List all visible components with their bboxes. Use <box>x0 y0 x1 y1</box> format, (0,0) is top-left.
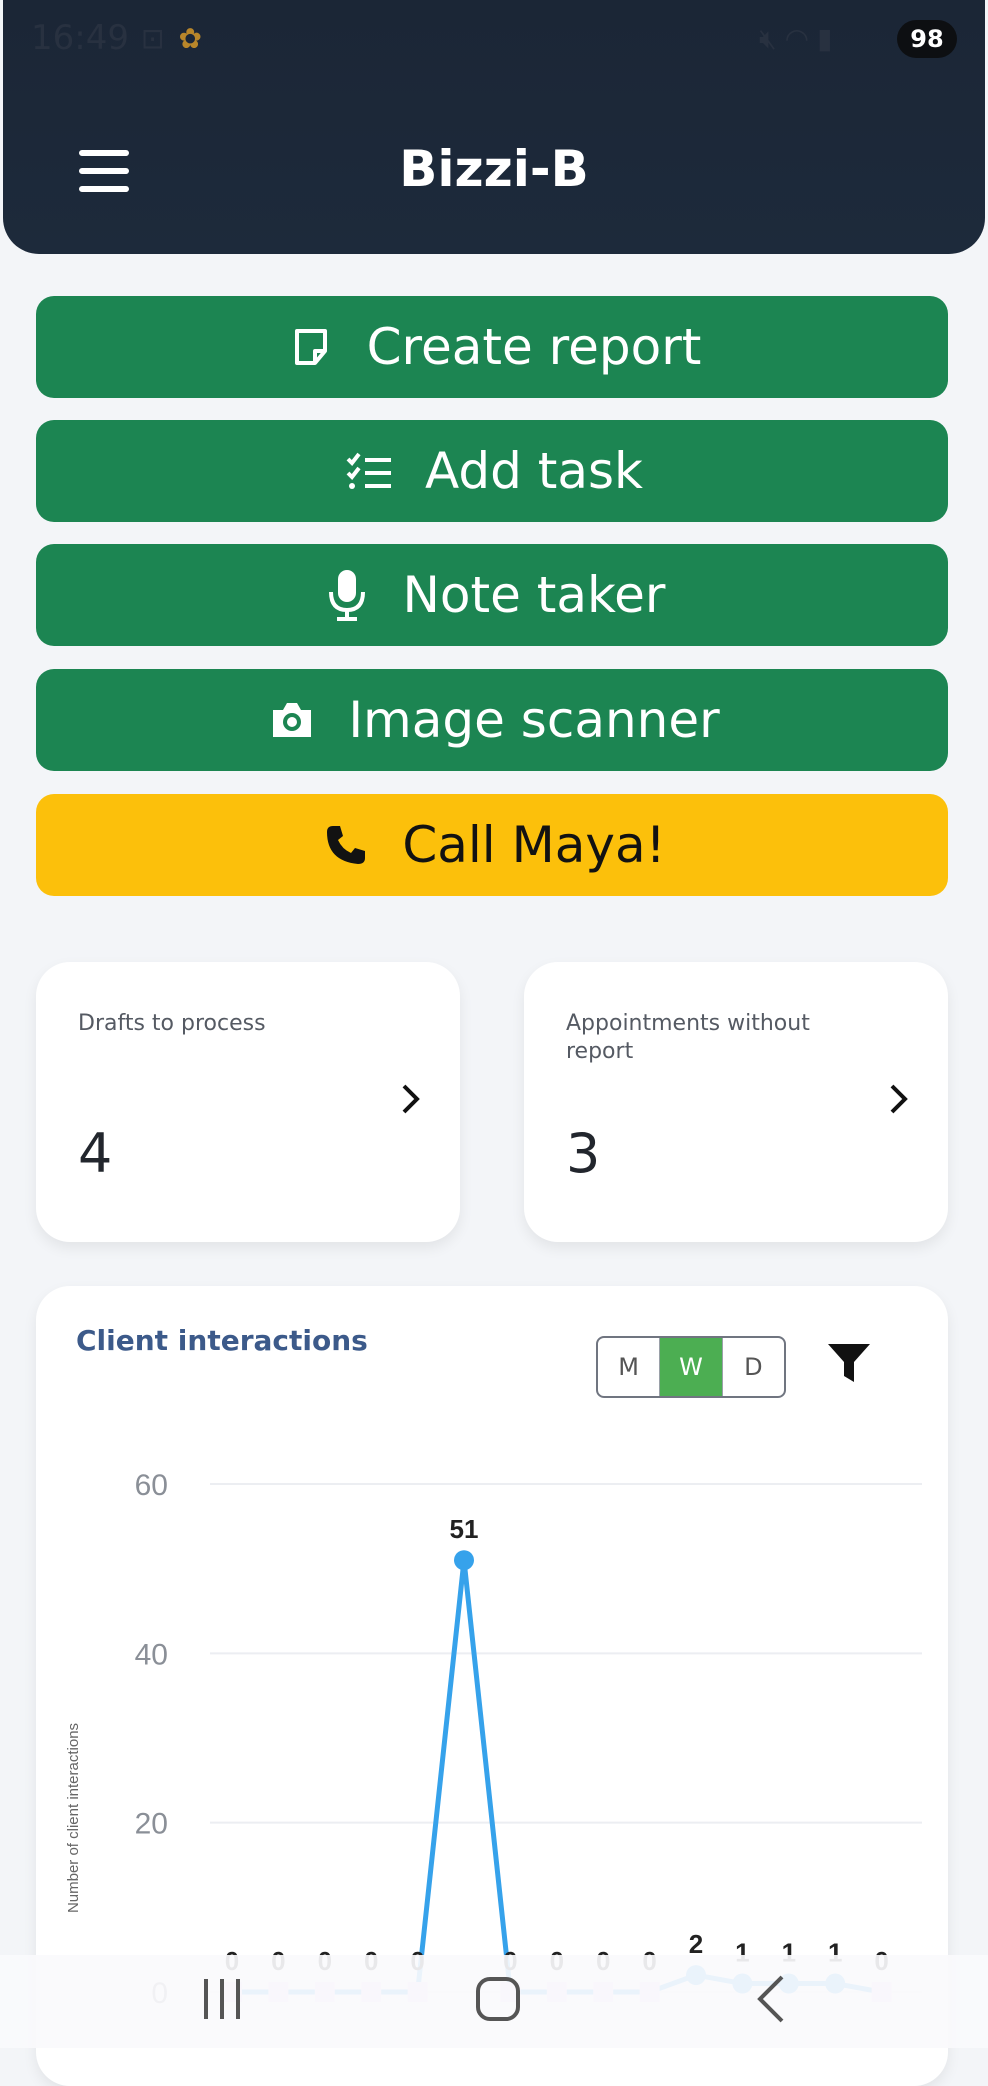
status-right-icons: 🔇︎◠▮ <box>759 22 841 56</box>
status-bar: 16:49 ⊡✿ 🔇︎◠▮ 98 <box>3 0 985 80</box>
note-icon <box>283 319 339 375</box>
chevron-right-icon <box>400 1082 422 1120</box>
mute-icon: 🔇︎ <box>759 22 785 55</box>
note-taker-button[interactable]: Note taker <box>36 544 948 646</box>
battery-indicator: 98 <box>897 20 957 58</box>
app-title: Bizzi-B <box>399 140 589 198</box>
call-maya-label: Call Maya! <box>402 816 666 874</box>
y-tick-label: 40 <box>135 1638 168 1671</box>
drafts-card-value: 4 <box>78 1122 113 1185</box>
add-task-button[interactable]: Add task <box>36 420 948 522</box>
image-scanner-label: Image scanner <box>348 691 720 749</box>
data-label: 51 <box>450 1514 479 1544</box>
appointments-card[interactable]: Appointments without report 3 <box>524 962 948 1242</box>
create-report-button[interactable]: Create report <box>36 296 948 398</box>
create-report-label: Create report <box>366 318 702 376</box>
series-line <box>232 1557 883 1995</box>
drafts-card[interactable]: Drafts to process 4 <box>36 962 460 1242</box>
data-point <box>454 1550 474 1571</box>
microphone-icon <box>319 567 375 623</box>
image-scanner-button[interactable]: Image scanner <box>36 669 948 771</box>
y-axis-label: Number of client interactions <box>65 1723 82 1913</box>
drafts-card-label: Drafts to process <box>78 1011 266 1036</box>
checklist-icon <box>341 443 397 499</box>
phone-icon <box>318 817 374 873</box>
screenshot-icon: ⊡ <box>141 22 179 55</box>
y-tick-label: 20 <box>135 1808 168 1841</box>
chevron-right-icon <box>888 1082 910 1120</box>
status-left-icons: ⊡✿ <box>141 22 216 55</box>
app-notification-icon: ✿ <box>178 22 216 55</box>
wifi-icon: ◠ <box>784 22 818 55</box>
y-tick-label: 60 <box>135 1469 168 1502</box>
system-nav-bar <box>0 1955 988 2048</box>
camera-icon <box>264 692 320 748</box>
add-task-label: Add task <box>425 442 643 500</box>
app-header: 16:49 ⊡✿ 🔇︎◠▮ 98 Bizzi-B <box>3 0 985 254</box>
status-time: 16:49 <box>31 18 129 58</box>
signal-icon: ▮ <box>817 22 841 55</box>
appointments-card-value: 3 <box>566 1122 601 1185</box>
back-icon[interactable] <box>752 1973 792 2027</box>
home-icon[interactable] <box>474 1973 524 2027</box>
note-taker-label: Note taker <box>402 566 666 624</box>
appointments-card-label: Appointments without report <box>566 1011 810 1064</box>
recent-apps-icon[interactable] <box>200 1973 246 2027</box>
call-maya-button[interactable]: Call Maya! <box>36 794 948 896</box>
